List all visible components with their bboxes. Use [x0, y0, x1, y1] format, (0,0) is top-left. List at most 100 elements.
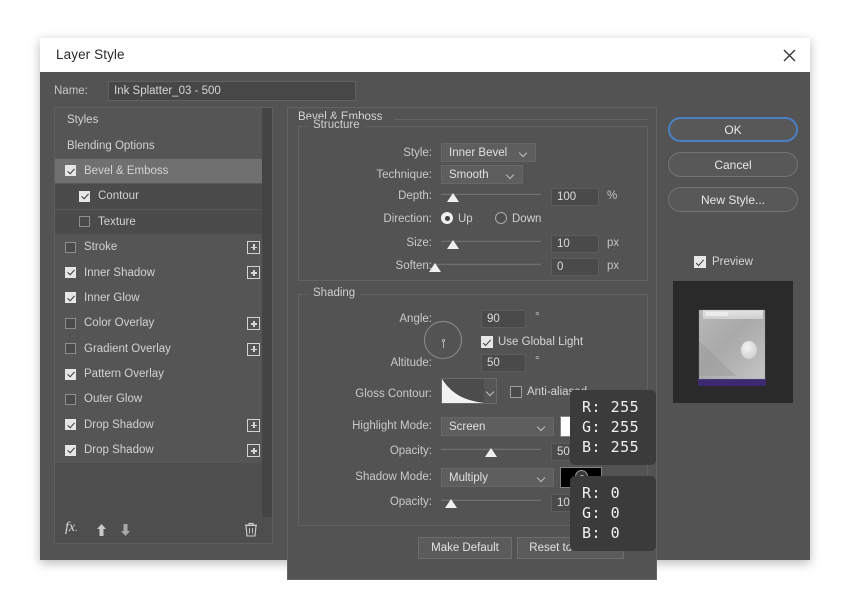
technique-dropdown-value: Smooth	[449, 169, 489, 181]
styles-panel: Styles Blending Options Bevel & Emboss Cont…	[54, 107, 273, 544]
cancel-button[interactable]: Cancel	[668, 152, 798, 177]
style-enable-checkbox[interactable]	[65, 292, 76, 304]
anti-aliased-checkbox[interactable]	[510, 386, 522, 398]
shading-group-title: Shading	[308, 287, 361, 299]
style-list-item[interactable]: Inner Glow	[55, 285, 272, 312]
style-list-item-label: Gradient Overlay	[84, 342, 171, 355]
style-list-item-label: Pattern Overlay	[84, 368, 164, 381]
style-list-item-label: Styles	[67, 114, 99, 127]
style-list-item[interactable]: Drop Shadow	[55, 412, 272, 439]
style-list-item[interactable]: Stroke	[55, 234, 272, 261]
slider-knob[interactable]	[485, 448, 497, 457]
add-effect-icon[interactable]	[247, 444, 260, 458]
shadow-opacity-slider[interactable]	[441, 497, 541, 511]
style-enable-checkbox[interactable]	[65, 368, 76, 380]
fx-icon[interactable]: fx.	[65, 520, 77, 536]
size-slider[interactable]	[441, 238, 541, 252]
ok-button[interactable]: OK	[668, 117, 798, 142]
style-list-item[interactable]: Blending Options	[55, 133, 272, 159]
depth-label: Depth:	[398, 190, 432, 202]
style-list-item[interactable]: Styles	[55, 108, 272, 134]
style-list-item[interactable]: Outer Glow	[55, 387, 272, 413]
soften-slider[interactable]	[429, 261, 541, 275]
arrow-down-icon[interactable]	[119, 523, 132, 537]
style-list-item[interactable]: Drop Shadow	[55, 438, 272, 464]
direction-down-label: Down	[512, 213, 542, 225]
screenshot-root: Layer Style Name: Styles Blending Options…	[0, 0, 850, 598]
style-enable-checkbox[interactable]	[65, 444, 76, 456]
styles-list: Styles Blending Options Bevel & Emboss Cont…	[55, 108, 272, 518]
new-style-button[interactable]: New Style...	[668, 187, 798, 212]
style-enable-checkbox[interactable]	[65, 317, 76, 329]
style-list-item[interactable]: Gradient Overlay	[55, 336, 272, 362]
style-list-item-label: Bevel & Emboss	[84, 164, 169, 177]
highlight-mode-dropdown[interactable]: Screen	[441, 417, 554, 436]
add-effect-icon[interactable]	[247, 266, 260, 280]
style-enable-checkbox[interactable]	[79, 216, 90, 228]
style-enable-checkbox[interactable]	[79, 190, 90, 202]
add-effect-icon[interactable]	[247, 240, 260, 254]
style-enable-checkbox[interactable]	[65, 165, 76, 177]
gloss-contour-dropdown[interactable]	[484, 378, 497, 404]
gloss-contour-preview[interactable]	[441, 378, 485, 404]
angle-input[interactable]	[481, 310, 526, 328]
highlight-rgb-tooltip: R: 255 G: 255 B: 255	[570, 390, 656, 465]
style-list-item[interactable]: Inner Shadow	[55, 260, 272, 286]
direction-radio-up[interactable]	[441, 212, 453, 224]
chevron-down-icon	[538, 475, 545, 479]
add-effect-icon[interactable]	[247, 342, 260, 356]
size-label: Size:	[406, 237, 432, 249]
add-effect-icon[interactable]	[247, 418, 260, 432]
make-default-button[interactable]: Make Default	[418, 537, 512, 559]
direction-radio-down[interactable]	[495, 212, 507, 224]
depth-slider[interactable]	[441, 191, 541, 205]
chevron-down-icon	[538, 424, 545, 428]
trash-icon[interactable]	[244, 522, 258, 537]
highlight-mode-value: Screen	[449, 421, 486, 433]
slider-knob[interactable]	[447, 240, 459, 249]
style-list-item[interactable]: Bevel & Emboss	[55, 158, 272, 185]
soften-label: Soften:	[395, 260, 432, 272]
use-global-light-checkbox[interactable]	[481, 336, 493, 348]
slider-knob[interactable]	[447, 193, 459, 202]
arrow-up-icon[interactable]	[95, 523, 108, 537]
style-list-item[interactable]: Pattern Overlay	[55, 361, 272, 388]
altitude-input[interactable]	[481, 354, 526, 372]
angle-dial[interactable]	[424, 321, 462, 359]
style-list-item[interactable]: Texture	[55, 209, 272, 235]
soften-unit: px	[607, 260, 620, 272]
style-enable-checkbox[interactable]	[65, 241, 76, 253]
contour-curve-icon	[442, 379, 484, 403]
angle-unit: °	[535, 311, 540, 323]
style-list-item[interactable]: Color Overlay	[55, 311, 272, 337]
slider-knob[interactable]	[429, 263, 442, 272]
style-enable-checkbox[interactable]	[65, 343, 76, 355]
soften-input[interactable]	[551, 258, 599, 276]
dial-needle	[443, 342, 444, 348]
style-dropdown[interactable]: Inner Bevel	[441, 143, 536, 162]
style-list-item[interactable]: Contour	[55, 184, 272, 210]
technique-dropdown[interactable]: Smooth	[441, 165, 523, 184]
styles-list-scrollbar[interactable]	[262, 108, 272, 518]
gloss-contour-label: Gloss Contour:	[355, 388, 432, 400]
style-enable-checkbox[interactable]	[65, 419, 76, 431]
style-list-item-label: Contour	[98, 190, 139, 203]
preview-checkbox[interactable]	[694, 256, 706, 268]
slider-knob[interactable]	[445, 499, 457, 508]
style-enable-checkbox[interactable]	[65, 393, 76, 405]
structure-group: Structure Style: Inner Bevel Technique: …	[298, 119, 648, 281]
add-effect-icon[interactable]	[247, 317, 260, 331]
highlight-opacity-slider[interactable]	[441, 446, 541, 460]
size-input[interactable]	[551, 235, 599, 253]
close-icon[interactable]	[774, 42, 804, 68]
style-preview-thumbnail	[673, 281, 793, 403]
depth-input[interactable]	[551, 188, 599, 206]
shadow-mode-dropdown[interactable]: Multiply	[441, 468, 554, 487]
slider-track	[433, 263, 541, 265]
styles-list-footer: fx.	[55, 517, 272, 543]
style-list-item-label: Stroke	[84, 241, 118, 254]
style-enable-checkbox[interactable]	[65, 267, 76, 279]
name-input[interactable]	[108, 81, 356, 101]
shadow-opacity-label: Opacity:	[389, 496, 432, 508]
style-list-item-label: Texture	[98, 215, 136, 228]
